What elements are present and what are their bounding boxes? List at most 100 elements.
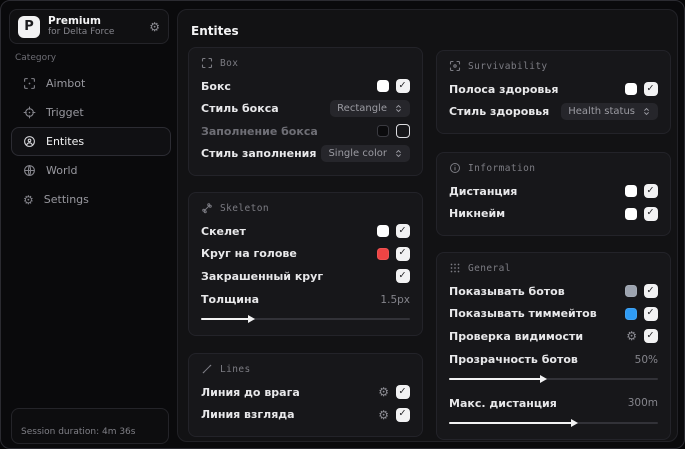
sidebar-item-label: Trigget xyxy=(46,106,84,119)
slider-value: 1.5px xyxy=(380,293,410,306)
color-swatch[interactable] xyxy=(377,80,389,93)
setting-row: Показывать ботов xyxy=(449,280,658,303)
panel-title: Lines xyxy=(220,363,251,375)
app-window: P Premium for Delta Force ⚙ Category Aim… xyxy=(0,0,685,449)
checkbox[interactable] xyxy=(644,329,658,344)
lines-panel: Lines Линия до врага ⚙ Линия взгляда ⚙ xyxy=(188,353,423,437)
gear-icon[interactable]: ⚙ xyxy=(149,21,160,33)
setting-label: Стиль заполнения xyxy=(201,147,317,161)
color-swatch[interactable] xyxy=(377,247,389,260)
sidebar-item-trigget[interactable]: Trigget xyxy=(11,98,171,127)
color-swatch[interactable] xyxy=(377,125,389,138)
panel-title: Skeleton xyxy=(220,202,269,214)
slider-thumb[interactable] xyxy=(540,375,548,383)
checkbox[interactable] xyxy=(644,284,658,299)
setting-row: Прозрачность ботов 50% xyxy=(449,349,658,372)
setting-row: Макс. дистанция 300m xyxy=(449,392,658,415)
setting-label: Полоса здоровья xyxy=(449,82,559,96)
sidebar-item-world[interactable]: World xyxy=(11,156,171,185)
color-swatch[interactable] xyxy=(625,207,637,220)
box-style-select[interactable]: Rectangle xyxy=(330,100,410,118)
checkbox[interactable] xyxy=(644,82,658,97)
chevrons-up-down-icon xyxy=(396,105,401,113)
trigger-icon xyxy=(23,106,36,119)
setting-label: Никнейм xyxy=(449,207,506,221)
sidebar-nav: Aimbot Trigget Entites World ⚙ Settings xyxy=(11,69,171,214)
sidebar-item-entites[interactable]: Entites xyxy=(11,127,171,156)
gear-icon[interactable]: ⚙ xyxy=(378,386,389,398)
chevrons-up-down-icon xyxy=(644,108,649,116)
session-duration-text: Session duration: 4m 36s xyxy=(21,427,136,437)
checkbox[interactable] xyxy=(396,124,410,139)
session-duration-card: Session duration: 4m 36s xyxy=(11,408,169,444)
color-swatch[interactable] xyxy=(625,307,637,320)
gear-icon[interactable]: ⚙ xyxy=(626,330,637,342)
info-icon xyxy=(450,163,460,173)
setting-row: Никнейм xyxy=(449,203,658,226)
bone-icon xyxy=(202,203,212,214)
color-swatch[interactable] xyxy=(625,185,637,198)
setting-label: Проверка видимости xyxy=(449,329,584,343)
checkbox[interactable] xyxy=(644,184,658,199)
checkbox[interactable] xyxy=(396,79,410,94)
setting-label: Показывать тиммейтов xyxy=(449,307,597,321)
skeleton-panel: Skeleton Скелет Круг на голове xyxy=(188,192,423,336)
color-swatch[interactable] xyxy=(625,285,637,298)
checkbox[interactable] xyxy=(396,269,410,284)
setting-label: Скелет xyxy=(201,224,246,238)
fill-style-select[interactable]: Single color xyxy=(321,145,410,163)
setting-label: Показывать ботов xyxy=(449,284,565,298)
slider-thumb[interactable] xyxy=(571,418,579,427)
sidebar-item-label: Entites xyxy=(46,135,85,148)
page-title: Entites xyxy=(191,24,239,38)
select-value: Single color xyxy=(328,148,387,160)
gear-icon[interactable]: ⚙ xyxy=(378,409,389,421)
panel-title: Box xyxy=(220,57,239,69)
panel-title: Survivability xyxy=(468,60,548,72)
color-swatch[interactable] xyxy=(625,83,637,96)
color-swatch[interactable] xyxy=(377,225,389,238)
select-value: Health status xyxy=(568,106,635,118)
bot-opacity-slider[interactable] xyxy=(449,373,658,385)
setting-row: Линия до врага ⚙ xyxy=(201,381,410,404)
entities-icon xyxy=(24,136,35,147)
survivability-panel: Survivability Полоса здоровья Стиль здор… xyxy=(436,50,671,134)
setting-row: Толщина 1.5px xyxy=(201,289,410,312)
setting-row: Линия взгляда ⚙ xyxy=(201,404,410,427)
sidebar-item-settings[interactable]: ⚙ Settings xyxy=(11,185,171,214)
sidebar-item-aimbot[interactable]: Aimbot xyxy=(11,69,171,98)
main-card: Entites Box Бокс Стиль xyxy=(177,9,678,442)
checkbox[interactable] xyxy=(396,407,410,422)
chevrons-up-down-icon xyxy=(396,150,401,158)
thickness-slider[interactable] xyxy=(201,313,410,325)
checkbox[interactable] xyxy=(644,206,658,221)
setting-label: Прозрачность ботов xyxy=(449,353,578,367)
setting-row: Скелет xyxy=(201,220,410,243)
brand-title: Premium xyxy=(48,15,101,28)
dots-grid-icon xyxy=(450,263,460,273)
setting-label: Стиль здоровья xyxy=(449,105,550,119)
brand-subtitle: for Delta Force xyxy=(48,27,115,38)
checkbox[interactable] xyxy=(396,385,410,400)
sidebar-item-label: Settings xyxy=(43,193,89,206)
setting-label: Заполнение бокса xyxy=(201,124,318,138)
setting-label: Бокс xyxy=(201,79,231,93)
setting-label: Макс. дистанция xyxy=(449,396,557,410)
setting-label: Дистанция xyxy=(449,184,518,198)
checkbox[interactable] xyxy=(396,224,410,239)
max-distance-slider[interactable] xyxy=(449,417,658,429)
category-label: Category xyxy=(15,53,57,63)
information-panel: Information Дистанция Никнейм xyxy=(436,152,671,236)
setting-label: Стиль бокса xyxy=(201,102,279,116)
checkbox[interactable] xyxy=(644,306,658,321)
setting-row: Бокс xyxy=(201,75,410,98)
setting-row: Проверка видимости ⚙ xyxy=(449,325,658,348)
slider-thumb[interactable] xyxy=(248,315,256,323)
setting-row: Заполнение бокса xyxy=(201,120,410,143)
checkbox[interactable] xyxy=(396,246,410,261)
right-column: Survivability Полоса здоровья Стиль здор… xyxy=(436,50,671,448)
setting-label: Толщина xyxy=(201,293,260,307)
sidebar-item-label: World xyxy=(46,164,78,177)
panel-title: General xyxy=(468,262,511,274)
health-style-select[interactable]: Health status xyxy=(561,103,658,121)
